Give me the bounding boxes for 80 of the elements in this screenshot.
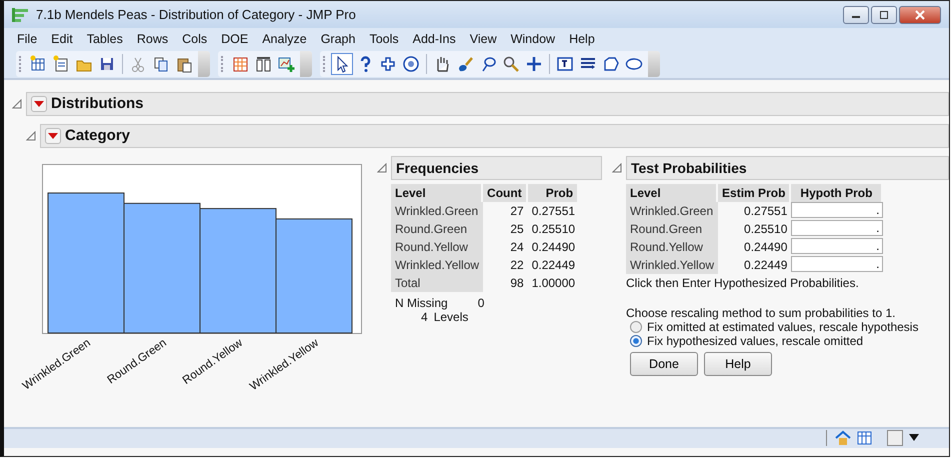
dropdown-arrow-icon[interactable] (909, 434, 919, 442)
dialog-button[interactable]: Help (704, 352, 772, 376)
table-cell-text: 0.27551 (530, 202, 576, 220)
input-field[interactable]: . (791, 256, 884, 272)
table-cell-text: 0.25510 (530, 220, 576, 238)
menu-item[interactable]: File (10, 32, 44, 46)
table-cell-text: 1.00000 (530, 274, 576, 292)
levels-label: Levels (434, 310, 468, 324)
n-missing-value: 0 (478, 296, 484, 310)
menu-item[interactable]: Analyze (255, 32, 314, 46)
minimize-button[interactable] (843, 6, 869, 24)
table-cell-text: 22 (509, 256, 525, 274)
table-cell: Round.Green (626, 220, 718, 238)
instruction-text: Click then Enter Hypothesized Probabilities. (626, 276, 860, 290)
table-cell: Wrinkled.Yellow (391, 256, 484, 274)
radio-label: Fix hypothesized values, rescale omitted (647, 334, 864, 348)
close-icon (915, 10, 925, 20)
menu-item[interactable]: Cols (175, 32, 214, 46)
table-cell-text: 0.27551 (743, 202, 788, 220)
table-icon[interactable] (857, 430, 873, 446)
radio-label: Fix omitted at estimated values, rescale hypothesis (647, 320, 918, 334)
column-header: Level (626, 184, 718, 202)
report-title: Test Probabilities (631, 160, 747, 176)
column-header: Estim Prob (718, 184, 792, 202)
table-cell-text: 27 (509, 202, 525, 220)
menu-item[interactable]: Add-Ins (406, 32, 463, 46)
levels-count: 4 (421, 310, 428, 324)
arrow-pointer-icon[interactable] (331, 52, 353, 75)
table-cell-text: 98 (509, 274, 525, 292)
table-cell-text: 0.22449 (743, 256, 788, 274)
menu-item[interactable]: Tables (80, 32, 130, 46)
input-field[interactable]: . (791, 238, 884, 254)
table-cell: Round.Green (391, 220, 484, 238)
menu-item[interactable]: DOE (214, 32, 256, 46)
table-cell: Total (391, 274, 484, 292)
table-cell-text: 24 (509, 238, 525, 256)
table-cell-text: 0.24490 (530, 238, 576, 256)
home-icon[interactable] (835, 430, 851, 446)
column-header: Prob (528, 184, 580, 202)
menu-item[interactable]: Rows (130, 32, 176, 46)
table-cell: Round.Yellow (626, 238, 718, 256)
input-field[interactable]: . (791, 202, 884, 218)
table-cell: Wrinkled.Green (391, 202, 484, 220)
table-cell: Wrinkled.Yellow (626, 256, 718, 274)
menu-item[interactable]: Window (504, 32, 562, 46)
menu-item[interactable]: Tools (362, 32, 406, 46)
section-title: Distributions (51, 95, 144, 112)
table-cell: Wrinkled.Green (626, 202, 718, 220)
table-cell-text: 0.24490 (743, 238, 788, 256)
window-list-icon[interactable] (887, 430, 903, 446)
disclosure-icon[interactable] (612, 162, 622, 173)
table-cell-text: 0.22449 (530, 256, 576, 274)
options-menu-icon[interactable] (45, 128, 61, 144)
radio-button[interactable] (630, 320, 642, 333)
window-title: 7.1b Mendels Peas - Distribution of Category - JMP Pro (36, 7, 356, 22)
maximize-icon (879, 10, 889, 19)
table-cell-text: 25 (509, 220, 525, 238)
report-title: Frequencies (396, 160, 478, 176)
section-title: Category (65, 127, 130, 144)
app-logo-icon (12, 6, 30, 23)
maximize-button[interactable] (871, 6, 897, 24)
table-cell: Round.Yellow (391, 238, 484, 256)
dialog-button[interactable]: Done (630, 352, 698, 376)
table-cell-text: 0.25510 (743, 220, 788, 238)
menu-item[interactable]: Graph (314, 32, 362, 46)
disclosure-icon[interactable] (26, 130, 38, 141)
n-missing-label: N Missing (395, 296, 448, 310)
column-header: Count (483, 184, 528, 202)
disclosure-icon[interactable] (377, 162, 387, 173)
menu-item[interactable]: View (462, 32, 504, 46)
input-field[interactable]: . (791, 220, 884, 236)
options-menu-icon[interactable] (31, 96, 47, 112)
menu-item[interactable]: Edit (44, 32, 80, 46)
menu-item[interactable]: Help (562, 32, 602, 46)
disclosure-icon[interactable] (12, 98, 24, 109)
close-button[interactable] (899, 6, 941, 24)
column-header: Hypoth Prob (791, 184, 884, 202)
instruction-text: Choose rescaling method to sum probabilities to 1. (626, 306, 896, 320)
column-header: Level (391, 184, 484, 202)
radio-button[interactable] (630, 334, 642, 347)
